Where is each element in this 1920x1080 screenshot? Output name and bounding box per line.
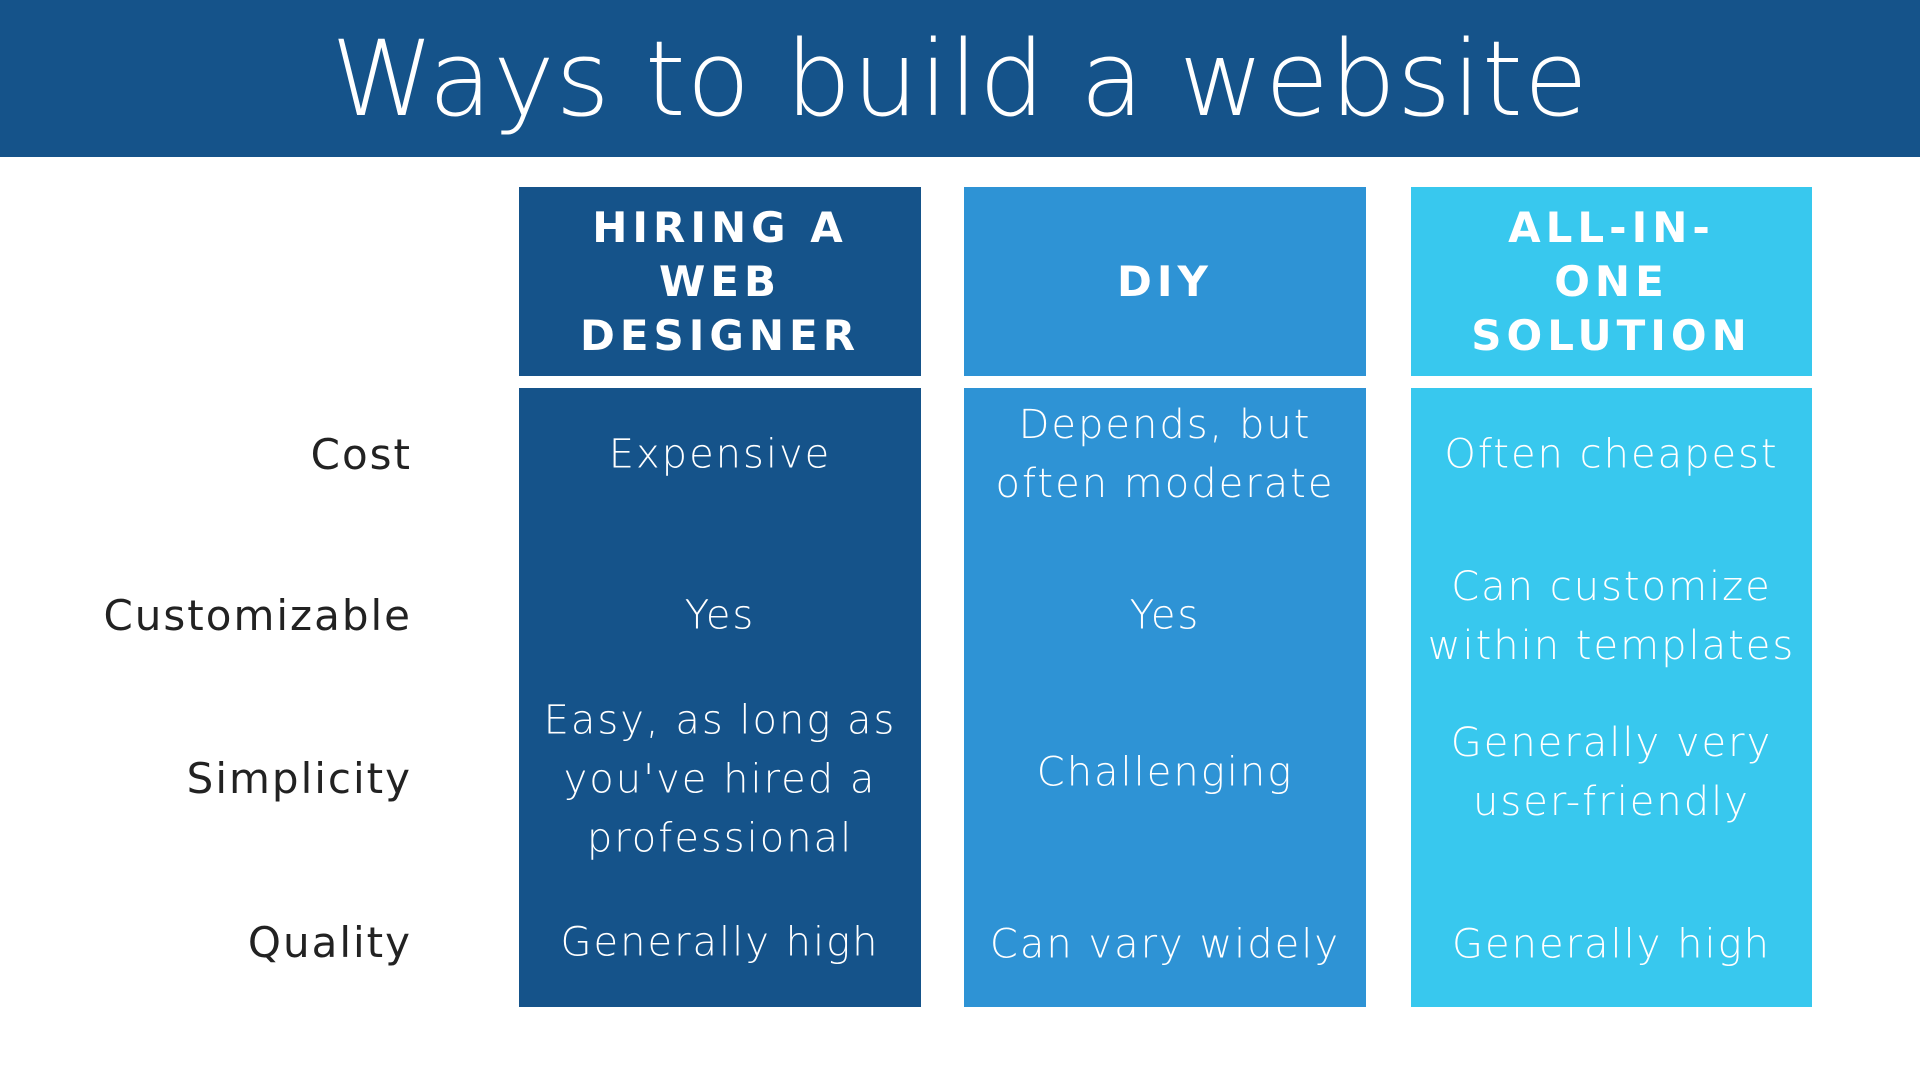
cell-cost-all-in-one: Often cheapest <box>1411 426 1812 485</box>
cell-line: Generally high <box>560 919 880 966</box>
cell-quality-hiring: Generally high <box>519 914 921 973</box>
page-title: Ways to build a website <box>331 17 1589 140</box>
column-header-line: DIY <box>1117 256 1213 306</box>
row-label-customizable: Customizable <box>103 591 412 640</box>
cell-line: Can customize <box>1451 564 1772 610</box>
column-header-line: HIRING A <box>592 202 848 252</box>
title-bar: Ways to build a website <box>0 0 1920 157</box>
column-header-all-in-one-solution: ALL-IN- ONE SOLUTION <box>1411 187 1812 376</box>
column-header-line: SOLUTION <box>1471 310 1752 360</box>
column-header-line: WEB <box>658 256 782 306</box>
cell-line: within templates <box>1427 623 1796 669</box>
cell-line: Depends, but <box>1018 402 1312 448</box>
cell-quality-diy: Can vary widely <box>964 916 1366 975</box>
cell-line: often moderate <box>995 461 1335 507</box>
cell-customizable-all-in-one: Can customize within templates <box>1411 558 1812 676</box>
cell-line: user-friendly <box>1473 779 1750 825</box>
row-label-quality: Quality <box>247 918 412 967</box>
cell-cost-diy: Depends, but often moderate <box>964 396 1366 514</box>
column-body-all-in-one: Often cheapest Can customize within temp… <box>1411 388 1812 1007</box>
cell-line: Often cheapest <box>1444 431 1779 478</box>
cell-quality-all-in-one: Generally high <box>1411 916 1812 975</box>
cell-line: Yes <box>1129 592 1201 639</box>
cell-line: Expensive <box>608 431 832 478</box>
cell-line: you've hired a <box>563 756 877 803</box>
cell-line: Generally very <box>1450 720 1773 766</box>
cell-line: Easy, as long as <box>543 697 897 744</box>
cell-customizable-diy: Yes <box>964 587 1366 646</box>
column-body-diy: Depends, but often moderate Yes Challeng… <box>964 388 1366 1007</box>
row-label-simplicity: Simplicity <box>186 754 412 803</box>
cell-line: Yes <box>684 592 756 639</box>
cell-line: Challenging <box>1036 749 1294 796</box>
cell-line: Generally high <box>1452 921 1771 968</box>
cell-cost-hiring: Expensive <box>519 426 921 485</box>
cell-simplicity-hiring: Easy, as long as you've hired a professi… <box>519 692 921 869</box>
cell-simplicity-diy: Challenging <box>964 744 1366 803</box>
cell-customizable-hiring: Yes <box>519 587 921 646</box>
cell-line: professional <box>586 815 854 862</box>
column-body-hiring-web-designer: Expensive Yes Easy, as long as you've hi… <box>519 388 921 1007</box>
column-header-line: ALL-IN- <box>1508 202 1715 252</box>
column-header-hiring-web-designer: HIRING A WEB DESIGNER <box>519 187 921 376</box>
row-label-cost: Cost <box>310 430 412 479</box>
column-header-diy: DIY <box>964 187 1366 376</box>
column-header-line: ONE <box>1554 256 1669 306</box>
cell-line: Can vary widely <box>989 921 1341 968</box>
cell-simplicity-all-in-one: Generally very user-friendly <box>1411 714 1812 832</box>
column-header-line: DESIGNER <box>579 310 861 360</box>
